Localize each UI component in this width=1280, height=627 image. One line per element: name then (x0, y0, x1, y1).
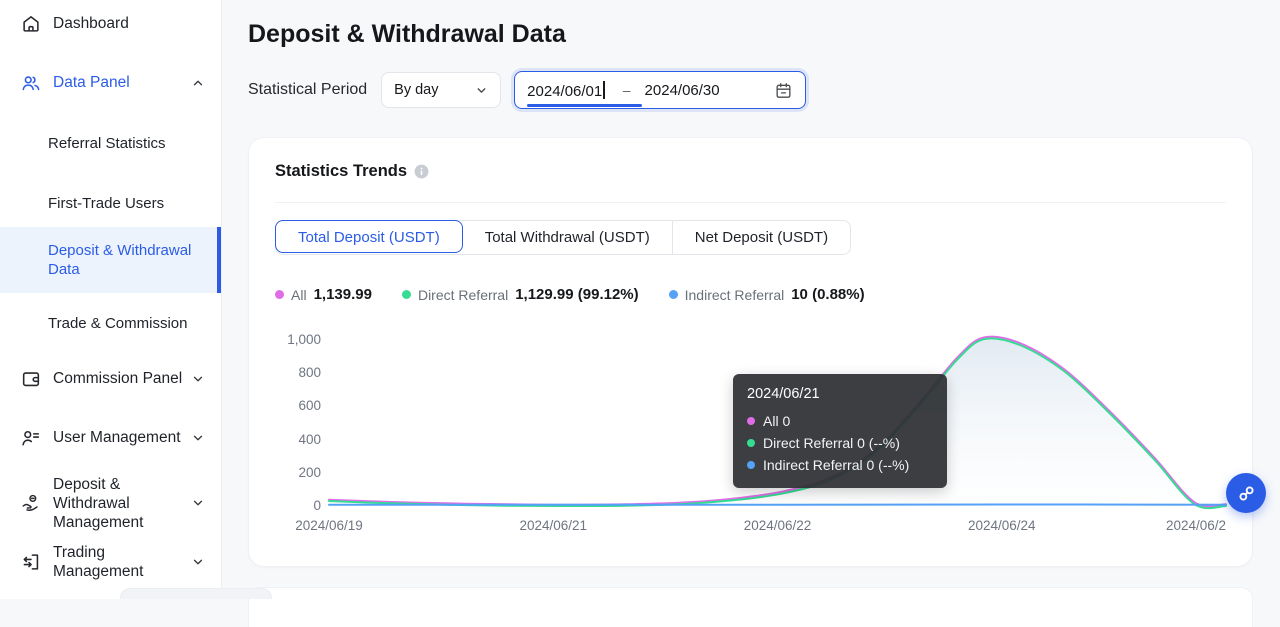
date-end-input[interactable]: 2024/06/30 (645, 82, 720, 99)
info-icon[interactable] (414, 164, 429, 179)
wallet-icon (20, 368, 42, 390)
period-select[interactable]: By day (381, 72, 501, 108)
team-icon (20, 72, 42, 94)
chevron-down-icon[interactable] (191, 372, 205, 386)
sidebar-item-data-panel[interactable]: Data Panel (0, 59, 221, 107)
legend-item-direct-referral[interactable]: Direct Referral 1,129.99 (99.12%) (402, 286, 639, 303)
sidebar-bottom-stub (120, 588, 272, 599)
tab-total-withdrawal[interactable]: Total Withdrawal (USDT) (462, 221, 672, 254)
calendar-icon[interactable] (774, 81, 793, 100)
y-axis: 1,000 800 600 400 200 0 (275, 340, 321, 512)
sidebar-item-label: Deposit & Withdrawal Management (53, 475, 191, 532)
period-select-value: By day (394, 82, 438, 98)
trend-chart: 1,000 800 600 400 200 0 2024/06 (275, 340, 1226, 512)
home-icon (20, 13, 42, 35)
sidebar-item-user-management[interactable]: User Management (0, 418, 221, 458)
sidebar: Dashboard Data Panel Referral Statistics… (0, 0, 222, 599)
transfer-icon (20, 551, 42, 573)
sidebar-item-first-trade-users[interactable]: First-Trade Users (0, 183, 221, 223)
chevron-down-icon[interactable] (191, 496, 205, 510)
chart-legend: All 1,139.99 Direct Referral 1,129.99 (9… (275, 286, 1226, 303)
divider (275, 202, 1226, 203)
tooltip-row-indirect: Indirect Referral 0 (--%) (747, 454, 933, 476)
filter-row: Statistical Period By day 2024/06/01 – 2… (248, 71, 1253, 109)
sidebar-item-label: First-Trade Users (48, 194, 164, 213)
sidebar-item-trading-management[interactable]: Trading Management (0, 538, 221, 586)
legend-dot-indirect (669, 290, 678, 299)
text-cursor (603, 81, 605, 99)
hand-coin-icon (20, 492, 42, 514)
date-range-picker[interactable]: 2024/06/01 – 2024/06/30 (514, 71, 806, 109)
sidebar-item-trade-commission[interactable]: Trade & Commission (0, 303, 221, 343)
page-title: Deposit & Withdrawal Data (248, 20, 1253, 49)
tooltip-dot-direct (747, 439, 755, 447)
plot-area[interactable]: 2024/06/21 All 0 Direct Referral 0 (--%)… (329, 340, 1226, 512)
legend-item-all[interactable]: All 1,139.99 (275, 286, 372, 303)
tooltip-dot-all (747, 417, 755, 425)
chart-tooltip: 2024/06/21 All 0 Direct Referral 0 (--%)… (733, 374, 947, 488)
tooltip-date: 2024/06/21 (747, 386, 933, 402)
date-start-input[interactable]: 2024/06/01 (527, 81, 605, 100)
tooltip-row-all: All 0 (747, 410, 933, 432)
tooltip-row-direct: Direct Referral 0 (--%) (747, 432, 933, 454)
sidebar-item-label: Trade & Commission (48, 314, 187, 333)
card-title: Statistics Trends (275, 162, 407, 181)
sidebar-item-label: Data Panel (53, 74, 130, 92)
chevron-down-icon[interactable] (191, 555, 205, 569)
sidebar-item-label: User Management (53, 429, 181, 447)
chevron-up-icon[interactable] (191, 76, 205, 90)
sidebar-item-dashboard[interactable]: Dashboard (0, 0, 221, 48)
statistics-trends-card: Statistics Trends Total Deposit (USDT) T… (248, 137, 1253, 567)
sidebar-item-commission-panel[interactable]: Commission Panel (0, 359, 221, 399)
next-card-top-edge (248, 587, 1253, 627)
legend-item-indirect-referral[interactable]: Indirect Referral 10 (0.88%) (669, 286, 865, 303)
statistical-period-label: Statistical Period (248, 81, 367, 99)
chevron-down-icon (453, 84, 488, 97)
sidebar-item-referral-statistics[interactable]: Referral Statistics (0, 123, 221, 163)
tab-total-deposit[interactable]: Total Deposit (USDT) (275, 220, 463, 253)
chevron-down-icon[interactable] (191, 431, 205, 445)
active-field-underline (527, 104, 642, 107)
sidebar-item-deposit-withdrawal-data[interactable]: Deposit & Withdrawal Data (0, 227, 221, 293)
sidebar-item-label: Commission Panel (53, 370, 182, 388)
sidebar-item-label: Trading Management (53, 543, 191, 581)
metric-tabs: Total Deposit (USDT) Total Withdrawal (U… (275, 220, 851, 255)
legend-dot-all (275, 290, 284, 299)
main-content: Deposit & Withdrawal Data Statistical Pe… (222, 0, 1280, 599)
sidebar-item-label: Dashboard (53, 15, 129, 33)
legend-dot-direct (402, 290, 411, 299)
support-fab-button[interactable] (1226, 473, 1266, 513)
tooltip-dot-indirect (747, 461, 755, 469)
tab-net-deposit[interactable]: Net Deposit (USDT) (672, 221, 850, 254)
sidebar-item-label: Referral Statistics (48, 134, 166, 153)
sidebar-item-label: Deposit & Withdrawal Data (48, 241, 205, 279)
support-link-icon (1236, 483, 1257, 504)
sidebar-item-deposit-withdrawal-management[interactable]: Deposit & Withdrawal Management (0, 470, 221, 536)
x-axis: 2024/06/19 2024/06/21 2024/06/22 2024/06… (329, 518, 1226, 538)
date-range-separator: – (623, 82, 631, 98)
user-list-icon (20, 427, 42, 449)
